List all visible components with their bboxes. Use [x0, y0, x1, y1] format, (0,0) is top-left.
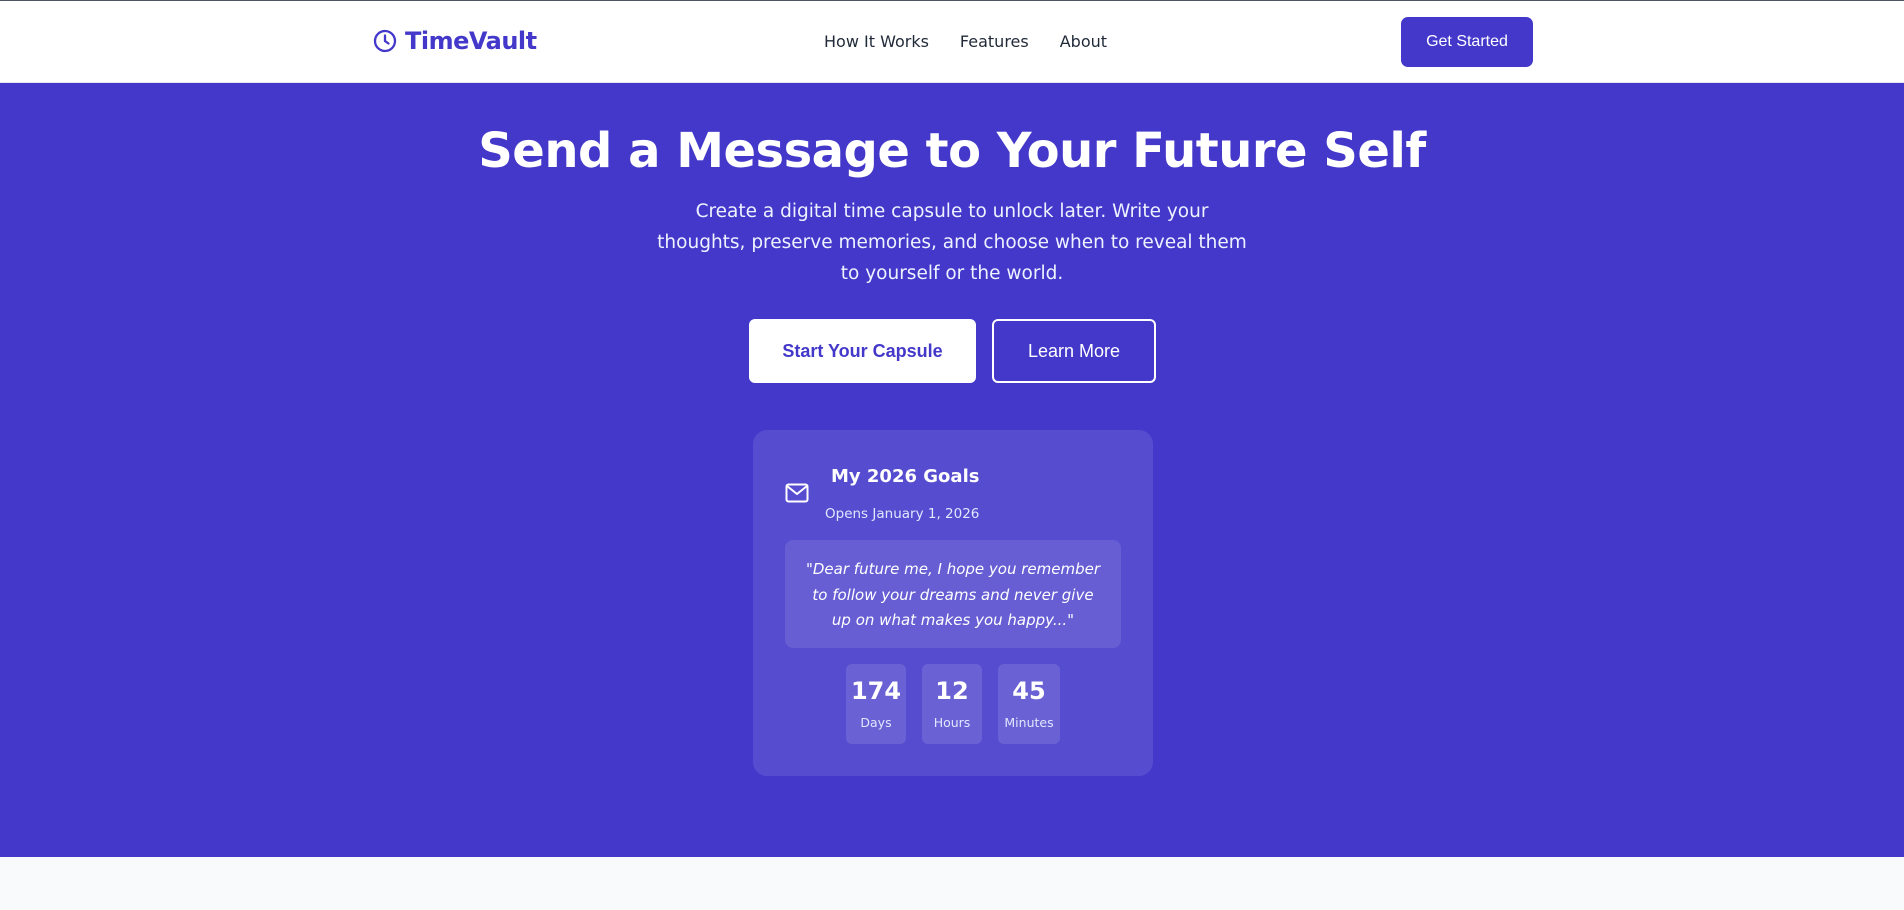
brand-name: TimeVault — [405, 27, 537, 55]
nav-about[interactable]: About — [1060, 32, 1107, 51]
hero-title: Send a Message to Your Future Self — [478, 123, 1426, 179]
nav-features[interactable]: Features — [960, 32, 1029, 51]
capsule-quote: "Dear future me, I hope you remember to … — [785, 540, 1121, 648]
countdown-label: Minutes — [1004, 715, 1054, 730]
countdown-minutes: 45 Minutes — [998, 664, 1060, 744]
next-section — [0, 857, 1904, 910]
capsule-title: My 2026 Goals — [831, 466, 980, 487]
countdown-value: 12 — [935, 677, 969, 705]
countdown-value: 45 — [1012, 677, 1046, 705]
start-capsule-button[interactable]: Start Your Capsule — [749, 319, 976, 383]
brand-logo[interactable]: TimeVault — [373, 27, 537, 55]
countdown-label: Days — [860, 715, 892, 730]
countdown-days: 174 Days — [846, 664, 906, 744]
main-nav: How It Works Features About — [824, 32, 1107, 51]
clock-icon — [373, 29, 397, 53]
capsule-open-date: Opens January 1, 2026 — [825, 506, 980, 522]
mail-icon — [785, 483, 809, 507]
get-started-button[interactable]: Get Started — [1401, 17, 1533, 67]
capsule-preview-card: My 2026 Goals Opens January 1, 2026 "Dea… — [753, 430, 1153, 776]
nav-how-it-works[interactable]: How It Works — [824, 32, 929, 51]
hero-subtitle: Create a digital time capsule to unlock … — [657, 201, 1247, 284]
learn-more-button[interactable]: Learn More — [992, 319, 1156, 383]
countdown-hours: 12 Hours — [922, 664, 982, 744]
countdown-label: Hours — [933, 715, 971, 730]
hero-section: Send a Message to Your Future Self Creat… — [0, 83, 1904, 857]
navbar: TimeVault How It Works Features About Ge… — [0, 1, 1904, 83]
countdown-value: 174 — [850, 677, 902, 705]
countdown: 174 Days 12 Hours 45 Minutes — [753, 664, 1153, 744]
